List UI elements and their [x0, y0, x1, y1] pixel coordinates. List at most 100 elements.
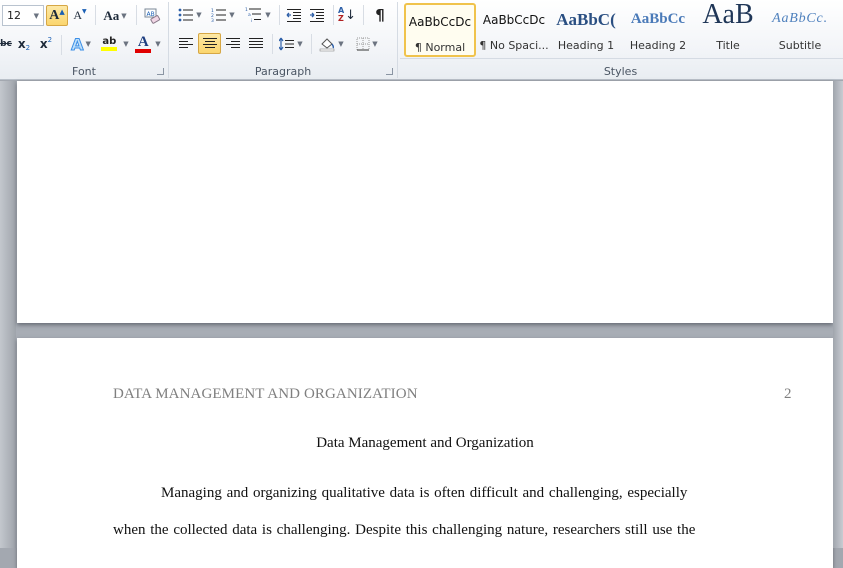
grow-font-icon: A — [49, 7, 60, 23]
align-right-button[interactable] — [222, 33, 244, 54]
style-name: ¶ Normal — [414, 41, 466, 54]
paragraph-group-label: Paragraph — [254, 65, 312, 78]
separator — [61, 35, 62, 55]
change-case-icon: Aa — [103, 7, 120, 23]
superscript-icon: x — [39, 37, 48, 51]
clear-formatting-icon: AB — [144, 8, 161, 24]
style-sample: AaBbC( — [556, 10, 616, 29]
style-name: Subtitle — [778, 39, 822, 52]
style-sample: AaBbCc — [630, 11, 686, 27]
highlight-icon: ab — [102, 36, 117, 47]
style-name: Title — [716, 39, 740, 52]
styles-group-label: Styles — [603, 65, 638, 78]
strikethrough-button[interactable]: bc — [0, 34, 12, 54]
paragraph-line[interactable]: when the collected data is challenging. … — [113, 522, 695, 539]
font-size-field[interactable]: 12 ▼ — [2, 5, 44, 26]
svg-text:3: 3 — [211, 18, 214, 22]
style-heading-2[interactable]: AaBbCc Heading 2 — [622, 3, 694, 57]
borders-icon — [356, 37, 370, 50]
strikethrough-icon: bc — [0, 39, 12, 49]
separator — [363, 5, 364, 25]
style-no-spacing[interactable]: AaBbCcDc ¶ No Spaci... — [478, 3, 550, 57]
paragraph-dialog-launcher[interactable] — [386, 68, 393, 75]
shading-button[interactable]: ▼ — [315, 33, 347, 54]
paragraph-line[interactable]: Managing and organizing qualitative data… — [161, 485, 687, 502]
separator — [311, 34, 312, 54]
sort-icon: A Z — [337, 6, 345, 23]
styles-gallery-border — [400, 58, 843, 59]
borders-button[interactable]: ▼ — [351, 33, 383, 54]
document-title[interactable]: Data Management and Organization — [17, 435, 833, 452]
line-spacing-button[interactable]: ▼ — [276, 33, 306, 54]
page-number[interactable]: 2 — [784, 386, 792, 403]
style-name: Heading 2 — [629, 39, 687, 52]
show-formatting-button[interactable]: ¶ — [369, 4, 391, 26]
grow-font-button[interactable]: A ▲ — [46, 5, 68, 26]
bullets-icon — [178, 8, 194, 22]
increase-indent-icon — [310, 9, 324, 22]
page-2[interactable]: DATA MANAGEMENT AND ORGANIZATION 2 Data … — [17, 338, 833, 568]
change-case-button[interactable]: Aa ▼ — [100, 5, 130, 26]
superscript-button[interactable]: x2 — [36, 34, 56, 54]
styles-group: AaBbCcDc ¶ Normal AaBbCcDc ¶ No Spaci...… — [398, 0, 843, 80]
svg-text:AB: AB — [147, 11, 155, 18]
separator — [136, 5, 137, 25]
font-group-label: Font — [72, 65, 96, 78]
subscript-button[interactable]: x2 — [14, 34, 34, 54]
sort-button[interactable]: A Z ↓ — [336, 4, 358, 26]
clear-formatting-button[interactable]: AB — [141, 5, 163, 26]
svg-text:a: a — [248, 13, 251, 18]
ribbon: 12 ▼ A ▲ A ▼ Aa ▼ AB bc x2 x2 A ▼ ab ▼ A… — [0, 0, 843, 80]
svg-text:i: i — [251, 18, 252, 23]
align-center-icon — [202, 37, 217, 48]
line-spacing-icon — [279, 37, 295, 50]
separator — [95, 5, 96, 25]
canvas-left-edge — [0, 81, 16, 548]
shrink-font-button[interactable]: A ▼ — [70, 5, 90, 26]
running-header[interactable]: DATA MANAGEMENT AND ORGANIZATION — [113, 386, 418, 403]
multilevel-list-button[interactable]: 1 a i ▼ — [243, 5, 273, 25]
font-color-icon: A — [137, 33, 149, 50]
increase-indent-button[interactable] — [306, 5, 328, 25]
style-sample: AaBbCc. — [772, 11, 828, 26]
justify-button[interactable] — [245, 33, 267, 54]
highlight-button[interactable]: ab ▼ — [98, 34, 132, 54]
style-name: ¶ No Spaci... — [479, 39, 549, 52]
pilcrow-icon: ¶ — [375, 6, 385, 24]
align-left-button[interactable] — [175, 33, 197, 54]
decrease-indent-button[interactable] — [283, 5, 305, 25]
bullets-button[interactable]: ▼ — [175, 5, 205, 25]
paragraph-group: ▼ 1 2 3 ▼ 1 a i ▼ A Z ↓ ¶ ▼ ▼ ▼ Paragrap… — [169, 0, 397, 80]
numbering-button[interactable]: 1 2 3 ▼ — [207, 5, 239, 25]
shrink-font-icon: A — [73, 8, 83, 22]
style-sample: AaBbCcDc — [482, 13, 546, 27]
align-left-icon — [179, 37, 193, 48]
text-effects-icon: A — [71, 34, 84, 54]
style-subtitle[interactable]: AaBbCc. Subtitle — [764, 3, 836, 57]
style-sample: AaBbCcDc — [408, 15, 472, 29]
font-dialog-launcher[interactable] — [157, 68, 164, 75]
style-title[interactable]: AaB Title — [692, 0, 764, 57]
subscript-icon: x — [17, 37, 26, 51]
text-effects-button[interactable]: A ▼ — [66, 34, 96, 54]
align-right-icon — [226, 37, 240, 48]
align-center-button[interactable] — [198, 33, 221, 54]
font-color-bar — [135, 48, 152, 53]
font-group: 12 ▼ A ▲ A ▼ Aa ▼ AB bc x2 x2 A ▼ ab ▼ A… — [0, 0, 168, 80]
separator — [272, 34, 273, 54]
decrease-indent-icon — [286, 9, 301, 22]
separator — [279, 5, 280, 25]
vertical-scrollbar[interactable] — [833, 81, 843, 548]
numbering-icon: 1 2 3 — [211, 8, 227, 22]
font-color-button[interactable]: A ▼ — [132, 34, 164, 54]
style-heading-1[interactable]: AaBbC( Heading 1 — [550, 3, 622, 57]
style-name: Heading 1 — [557, 39, 615, 52]
highlight-color-bar — [101, 47, 118, 51]
page-1[interactable] — [17, 81, 833, 323]
shading-icon — [319, 37, 335, 51]
style-sample: AaB — [702, 0, 754, 30]
chevron-down-icon: ▼ — [33, 12, 39, 20]
style-normal[interactable]: AaBbCcDc ¶ Normal — [404, 3, 476, 57]
multilevel-list-icon: 1 a i — [245, 7, 262, 23]
document-canvas: DATA MANAGEMENT AND ORGANIZATION 2 Data … — [0, 81, 843, 568]
